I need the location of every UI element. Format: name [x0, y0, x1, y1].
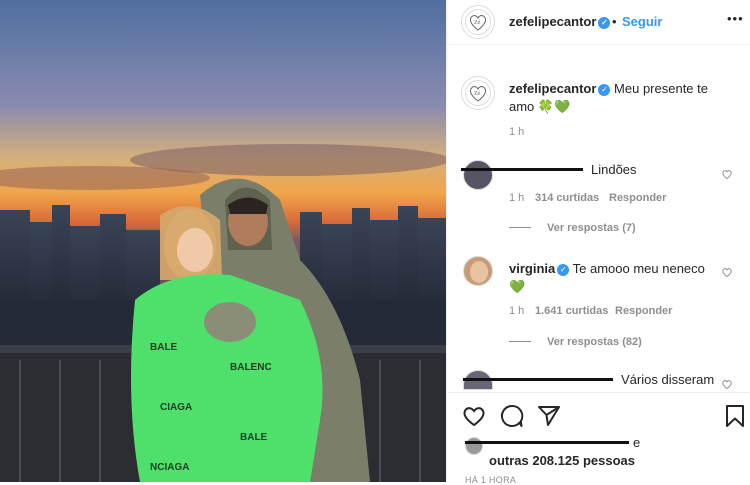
comment-avatar[interactable]: [463, 160, 493, 190]
caption: zefelipecantor ✓ Meu presente te amo 🍀💚: [509, 80, 729, 116]
comment-avatar[interactable]: [463, 256, 493, 286]
svg-text:NCIAGA: NCIAGA: [150, 462, 189, 473]
caption-avatar[interactable]: Zé: [461, 76, 495, 110]
redaction-bar: [461, 168, 583, 171]
post-header: Zé zefelipecantor ✓ • Seguir •••: [447, 0, 750, 45]
like-comment-heart-icon[interactable]: [721, 378, 733, 390]
reply-button[interactable]: Responder: [615, 305, 672, 317]
save-bookmark-icon[interactable]: [722, 403, 748, 429]
author-avatar[interactable]: Zé: [461, 5, 495, 39]
view-replies-button[interactable]: Ver respostas (7): [547, 222, 636, 234]
post-photo[interactable]: BALE BALENC CIAGA BALE NCIAGA: [0, 0, 446, 482]
share-paper-plane-icon[interactable]: [536, 403, 562, 429]
author-username-text[interactable]: zefelipecantor: [509, 14, 596, 29]
avatar-face: [470, 261, 488, 283]
comment-likes[interactable]: 1.641 curtidas: [535, 305, 608, 317]
comment-username[interactable]: virginia: [509, 261, 555, 276]
caption-time: 1 h: [509, 126, 525, 138]
verified-badge-icon: ✓: [557, 264, 570, 276]
comment-time: 1 h: [509, 192, 525, 204]
svg-text:CIAGA: CIAGA: [160, 402, 192, 413]
comment-text: Vários disseram: [621, 372, 715, 387]
post-timestamp: HÁ 1 HORA: [465, 475, 517, 485]
svg-text:BALE: BALE: [240, 432, 268, 443]
svg-text:Zé: Zé: [474, 91, 481, 97]
post-sidebar: Zé zefelipecantor ✓ • Seguir ••• Zé zefel…: [446, 0, 750, 485]
actions-section: e outras 208.125 pessoas HÁ 1 HORA: [447, 393, 750, 485]
svg-text:Zé: Zé: [474, 20, 481, 26]
replies-line: [509, 227, 531, 228]
liker-avatar[interactable]: [465, 437, 483, 455]
verified-badge-icon: ✓: [598, 84, 611, 96]
redaction-bar: [463, 378, 613, 381]
comment: virginia ✓ Te amooo meu neneco 💚: [509, 260, 719, 296]
svg-text:BALE: BALE: [150, 342, 178, 353]
photo-image: BALE BALENC CIAGA BALE NCIAGA: [0, 0, 446, 482]
liked-by-suffix: e: [633, 435, 641, 450]
caption-username[interactable]: zefelipecantor: [509, 81, 596, 96]
comment-text: Lindões: [591, 162, 637, 177]
reply-button[interactable]: Responder: [609, 192, 666, 204]
replies-line: [509, 341, 531, 342]
like-heart-icon[interactable]: [461, 403, 487, 429]
redaction-bar: [465, 441, 629, 444]
comment-likes[interactable]: 314 curtidas: [535, 192, 599, 204]
more-options-icon[interactable]: •••: [727, 11, 744, 26]
separator-dot: •: [612, 14, 617, 29]
verified-badge-icon: ✓: [598, 17, 611, 29]
comment-time: 1 h: [509, 305, 525, 317]
view-replies-button[interactable]: Ver respostas (82): [547, 336, 642, 348]
follow-button[interactable]: Seguir: [622, 14, 662, 29]
comment-bubble-icon[interactable]: [499, 403, 525, 429]
author-username[interactable]: zefelipecantor ✓: [509, 14, 611, 29]
heart-logo-icon: Zé: [465, 9, 491, 35]
like-comment-heart-icon[interactable]: [721, 168, 733, 180]
like-comment-heart-icon[interactable]: [721, 266, 733, 278]
svg-text:BALENC: BALENC: [230, 362, 272, 373]
liked-by-count[interactable]: outras 208.125 pessoas: [489, 453, 635, 468]
heart-logo-icon: Zé: [465, 80, 491, 106]
